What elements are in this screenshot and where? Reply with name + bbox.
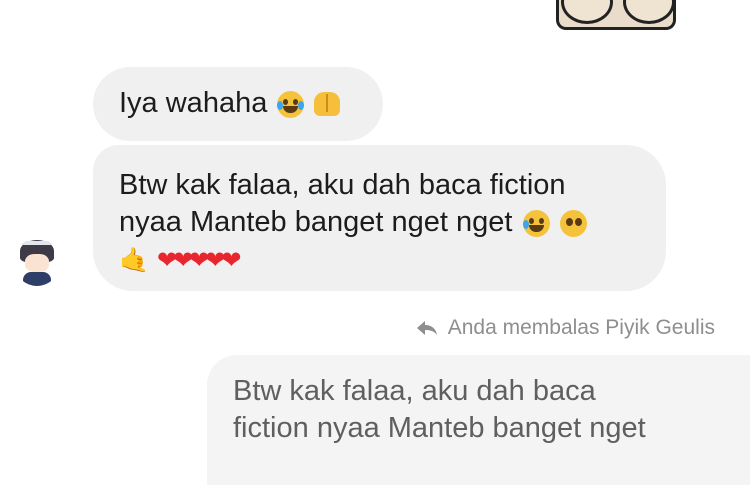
raised-hands-emoji (314, 92, 341, 117)
message-line-1: Btw kak falaa, aku dah baca fiction (119, 169, 566, 201)
thumbnail-shape-right (623, 0, 673, 24)
quoted-reply-bubble[interactable]: Btw kak falaa, aku dah baca fiction nyaa… (207, 355, 750, 485)
quoted-line-1: Btw kak falaa, aku dah baca (233, 375, 596, 407)
shared-image-thumbnail[interactable] (556, 0, 676, 30)
message-line-3: 🤙 ❤❤❤❤❤ (119, 241, 640, 279)
quoted-line-2: fiction nyaa Manteb banget nget (233, 412, 646, 444)
call-me-hand-emoji: 🤙 (119, 247, 149, 274)
heart-emojis: ❤❤❤❤❤ (156, 247, 242, 274)
message-line-2: nyaa Manteb banget nget nget (119, 204, 640, 241)
reply-arrow-icon (416, 320, 438, 336)
sender-avatar[interactable] (14, 238, 60, 286)
reply-notice-text: Anda membalas Piyik Geulis (447, 316, 715, 339)
message-bubble-1[interactable]: Iya wahaha (93, 67, 383, 141)
laughing-crying-emoji (277, 90, 305, 118)
thumbnail-shape-left (561, 0, 613, 24)
pleading-face-emoji (559, 209, 587, 237)
message-bubble-2[interactable]: Btw kak falaa, aku dah baca fiction nyaa… (93, 145, 666, 291)
reply-notice: Anda membalas Piyik Geulis (416, 316, 715, 340)
message-text: Iya wahaha (119, 87, 268, 119)
grinning-tear-emoji (522, 209, 550, 237)
